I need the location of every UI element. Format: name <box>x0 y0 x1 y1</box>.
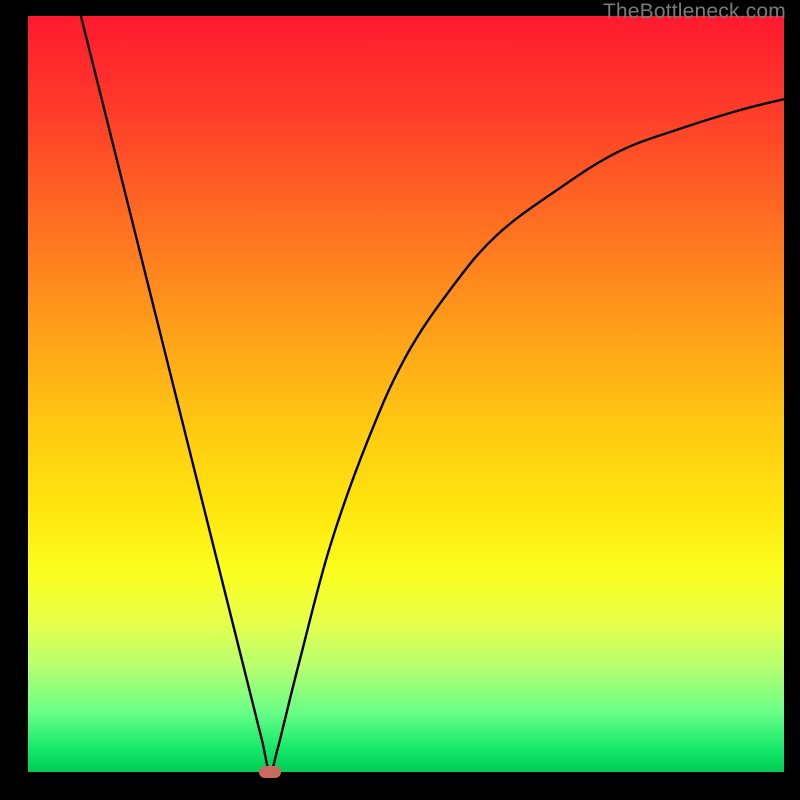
watermark-text: TheBottleneck.com <box>603 0 786 24</box>
optimum-marker <box>259 766 281 778</box>
bottleneck-curve <box>28 16 784 772</box>
curve-path <box>81 16 784 772</box>
chart-frame: TheBottleneck.com <box>0 0 800 800</box>
plot-area <box>28 16 784 772</box>
